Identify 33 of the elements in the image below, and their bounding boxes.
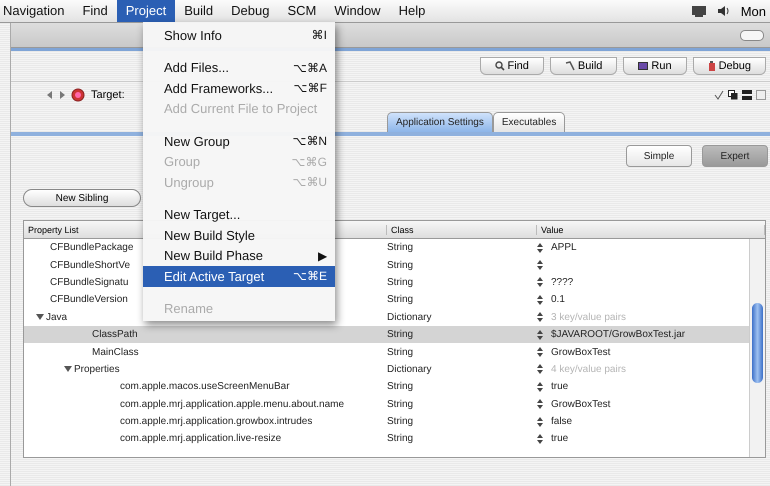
value-cell: $JAVAROOT/GrowBoxTest.jar xyxy=(551,326,749,344)
class-cell-text: String xyxy=(387,276,414,290)
property-name: CFBundleShortVe xyxy=(50,260,130,271)
value-cell-text: 4 key/value pairs xyxy=(551,362,628,377)
class-cell-text: Dictionary xyxy=(387,362,432,377)
value-cell-text: GrowBoxTest xyxy=(551,398,612,412)
property-name: ClassPath xyxy=(92,329,138,340)
value-cell-text: APPL xyxy=(551,241,578,256)
property-name: com.apple.mrj.application.apple.menu.about.name xyxy=(120,398,344,410)
property-name: com.apple.mrj.application.growbox.intrudes xyxy=(120,416,312,428)
property-name: com.apple.mrj.application.live-resize xyxy=(120,433,282,444)
value-cell-text: 0.1 xyxy=(551,293,566,308)
property-name: com.apple.macos.useScreenMenuBar xyxy=(120,381,290,392)
target-label: Target: xyxy=(91,89,125,101)
value-cell-text: true xyxy=(551,380,570,394)
class-cell: String xyxy=(387,326,537,344)
class-cell-text: String xyxy=(387,398,414,412)
property-name: Properties xyxy=(74,364,120,375)
value-cell-text: true xyxy=(551,432,570,446)
value-cell-text: ???? xyxy=(551,276,574,290)
class-cell-text: String xyxy=(387,293,414,308)
class-cell-text: String xyxy=(387,241,414,256)
class-cell-text: String xyxy=(387,380,414,394)
class-cell-text: Dictionary xyxy=(387,310,432,325)
class-cell-text: String xyxy=(387,415,414,430)
class-cell-text: String xyxy=(387,346,414,360)
property-name: Java xyxy=(46,312,68,323)
value-cell-text: false xyxy=(551,415,574,430)
value-cell-text: 3 key/value pairs xyxy=(551,310,628,325)
value-cell-text: GrowBoxTest xyxy=(551,346,612,360)
class-cell-text: String xyxy=(387,258,414,273)
class-cell-text: String xyxy=(387,432,414,446)
property-name: MainClass xyxy=(92,346,139,358)
